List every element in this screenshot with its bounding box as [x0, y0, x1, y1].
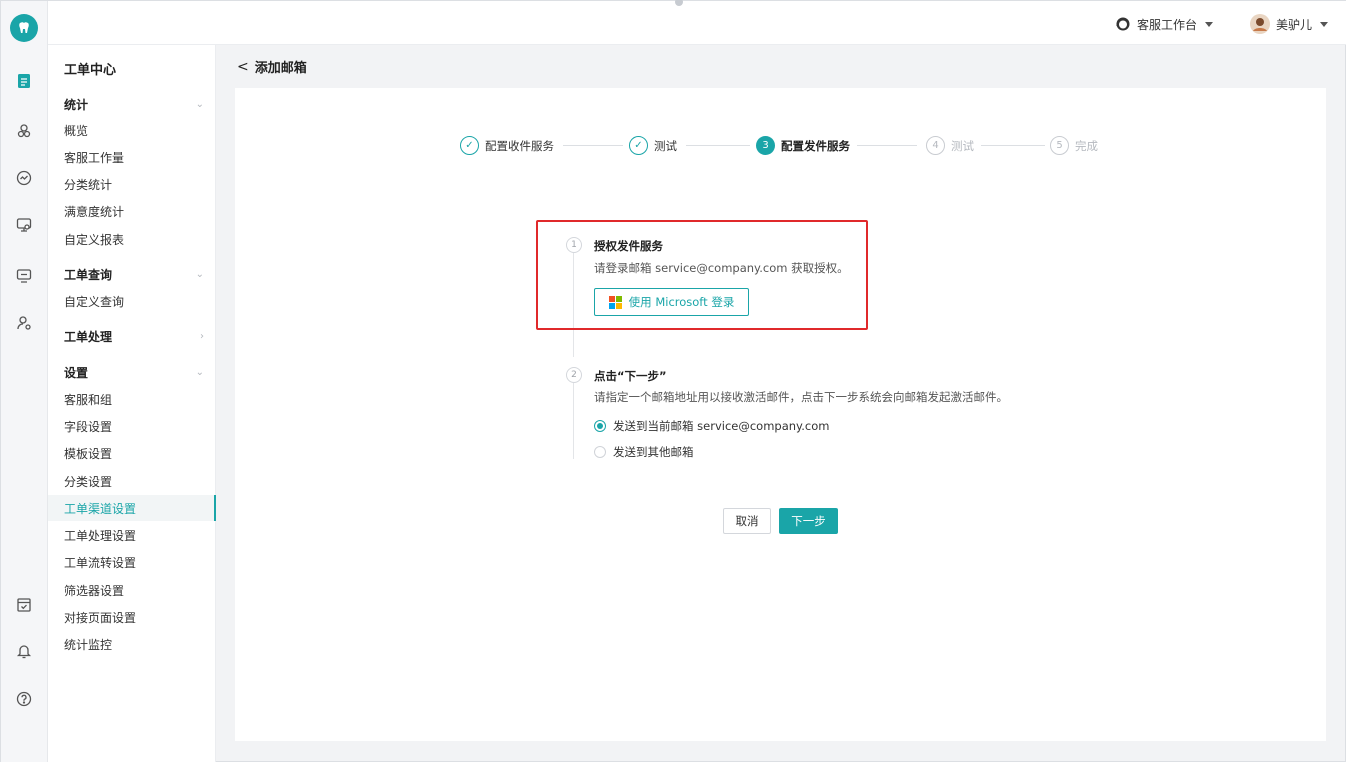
- avatar: [1250, 14, 1270, 34]
- step-number: 3: [756, 136, 775, 155]
- step-connector: [857, 145, 917, 146]
- group-label: 工单查询: [64, 267, 113, 282]
- headset-icon: [1116, 17, 1130, 31]
- sidebar-title: 工单中心: [64, 63, 117, 78]
- sidebar-item-custom-report[interactable]: 自定义报表: [64, 231, 124, 248]
- substep-title: 授权发件服务: [594, 239, 663, 253]
- step-4: 4 测试: [926, 136, 974, 155]
- step-connector: [563, 145, 623, 146]
- radio-button[interactable]: [594, 446, 606, 458]
- sidebar-item-filter-settings[interactable]: 筛选器设置: [64, 582, 124, 599]
- chat-icon[interactable]: [14, 215, 34, 235]
- step-connector: [981, 145, 1045, 146]
- check-icon: ✓: [460, 136, 479, 155]
- page-title: 添加邮箱: [254, 61, 307, 76]
- workspace-label: 客服工作台: [1137, 17, 1198, 32]
- substep-connector: [573, 383, 574, 459]
- microsoft-login-button[interactable]: 使用 Microsoft 登录: [594, 288, 749, 316]
- secondary-sidebar: 工单中心 统计 ⌄ 概览 客服工作量 分类统计 满意度统计 自定义报表 工单查询 ⌄…: [48, 45, 216, 762]
- step-label: 配置发件服务: [781, 138, 850, 153]
- chevron-down-icon: ⌄: [195, 366, 204, 378]
- sidebar-item-overview[interactable]: 概览: [64, 122, 88, 139]
- next-button[interactable]: 下一步: [779, 508, 838, 534]
- chevron-right-icon: ›: [200, 330, 204, 342]
- substep-number: 2: [566, 367, 582, 383]
- radio-button[interactable]: [594, 420, 606, 432]
- dashboard-icon[interactable]: [14, 168, 34, 188]
- user-name: 美驴儿: [1276, 17, 1313, 32]
- radio-label: 发送到当前邮箱 service@company.com: [613, 419, 830, 433]
- step-2: ✓ 测试: [629, 136, 677, 155]
- caret-down-icon: [1205, 21, 1214, 27]
- sidebar-item-flow-settings[interactable]: 工单流转设置: [64, 554, 136, 571]
- user-settings-icon[interactable]: [14, 313, 34, 333]
- step-label: 测试: [654, 138, 677, 153]
- logo-icon[interactable]: [10, 14, 38, 42]
- group-label: 工单处理: [64, 329, 113, 344]
- caret-down-icon: [1320, 21, 1329, 27]
- step-5: 5 完成: [1050, 136, 1098, 155]
- content-card: ✓ 配置收件服务 ✓ 测试 3 配置发件服务 4 测试 5 完成: [235, 88, 1326, 741]
- sidebar-item-agent-workload[interactable]: 客服工作量: [64, 149, 124, 166]
- top-bar: 客服工作台 美驴儿: [48, 0, 1346, 45]
- sidebar-group-settings[interactable]: 设置 ⌄: [64, 363, 204, 381]
- app-window: 客服工作台 美驴儿 工单中心 统计 ⌄ 概览 客服工作量 分类统计 满意度统计 自…: [0, 0, 1346, 762]
- substep-connector: [573, 253, 574, 357]
- monitor-icon[interactable]: [14, 266, 34, 286]
- step-3: 3 配置发件服务: [756, 136, 850, 155]
- step-number: 4: [926, 136, 945, 155]
- sidebar-group-query[interactable]: 工单查询 ⌄: [64, 265, 204, 283]
- step-label: 完成: [1075, 138, 1098, 153]
- sidebar-group-stats[interactable]: 统计 ⌄: [64, 95, 204, 113]
- workspace-switcher[interactable]: 客服工作台: [1115, 14, 1214, 34]
- back-breadcrumb[interactable]: < 添加邮箱: [237, 57, 307, 77]
- window-notch: [675, 0, 683, 6]
- chevron-down-icon: ⌄: [195, 268, 204, 280]
- chevron-down-icon: ⌄: [195, 98, 204, 110]
- sidebar-item-agents-groups[interactable]: 客服和组: [64, 391, 112, 408]
- step-1: ✓ 配置收件服务: [460, 136, 554, 155]
- sidebar-item-category-settings[interactable]: 分类设置: [64, 473, 112, 490]
- substep-description: 请指定一个邮箱地址用以接收激活邮件，点击下一步系统会向邮箱发起激活邮件。: [594, 390, 1008, 404]
- radio-send-other[interactable]: 发送到其他邮箱: [594, 444, 694, 460]
- step-connector: [686, 145, 750, 146]
- button-label: 使用 Microsoft 登录: [628, 295, 735, 309]
- radio-label: 发送到其他邮箱: [613, 445, 694, 459]
- substep-number: 1: [566, 237, 582, 253]
- cancel-button[interactable]: 取消: [723, 508, 771, 534]
- sidebar-item-category-stats[interactable]: 分类统计: [64, 176, 112, 193]
- substep-title: 点击“下一步”: [594, 369, 667, 383]
- sidebar-item-custom-query[interactable]: 自定义查询: [64, 293, 124, 310]
- group-label: 统计: [64, 97, 89, 112]
- ticket-icon[interactable]: [14, 71, 34, 91]
- sidebar-item-stats-monitor[interactable]: 统计监控: [64, 636, 112, 653]
- active-item-indicator: [214, 495, 216, 521]
- sidebar-item-processing-settings[interactable]: 工单处理设置: [64, 527, 136, 544]
- icon-rail: [1, 1, 48, 762]
- microsoft-logo-icon: [608, 295, 622, 309]
- step-number: 5: [1050, 136, 1069, 155]
- help-icon[interactable]: [14, 689, 34, 709]
- task-icon[interactable]: [14, 595, 34, 615]
- sidebar-item-template-settings[interactable]: 模板设置: [64, 445, 112, 462]
- back-arrow-icon: <: [237, 58, 249, 75]
- check-icon: ✓: [629, 136, 648, 155]
- sidebar-item-page-settings[interactable]: 对接页面设置: [64, 609, 136, 626]
- sidebar-item-field-settings[interactable]: 字段设置: [64, 418, 112, 435]
- sidebar-group-process[interactable]: 工单处理 ›: [64, 327, 204, 345]
- sidebar-item-channel-settings[interactable]: 工单渠道设置: [64, 500, 136, 517]
- radio-send-current[interactable]: 发送到当前邮箱 service@company.com: [594, 418, 829, 434]
- substep-description: 请登录邮箱 service@company.com 获取授权。: [594, 261, 849, 275]
- sidebar-item-satisfaction-stats[interactable]: 满意度统计: [64, 203, 124, 220]
- contacts-icon[interactable]: [14, 121, 34, 141]
- user-menu[interactable]: 美驴儿: [1250, 14, 1329, 34]
- bell-icon[interactable]: [14, 641, 34, 661]
- step-label: 配置收件服务: [485, 138, 554, 153]
- step-label: 测试: [951, 138, 974, 153]
- group-label: 设置: [64, 365, 89, 380]
